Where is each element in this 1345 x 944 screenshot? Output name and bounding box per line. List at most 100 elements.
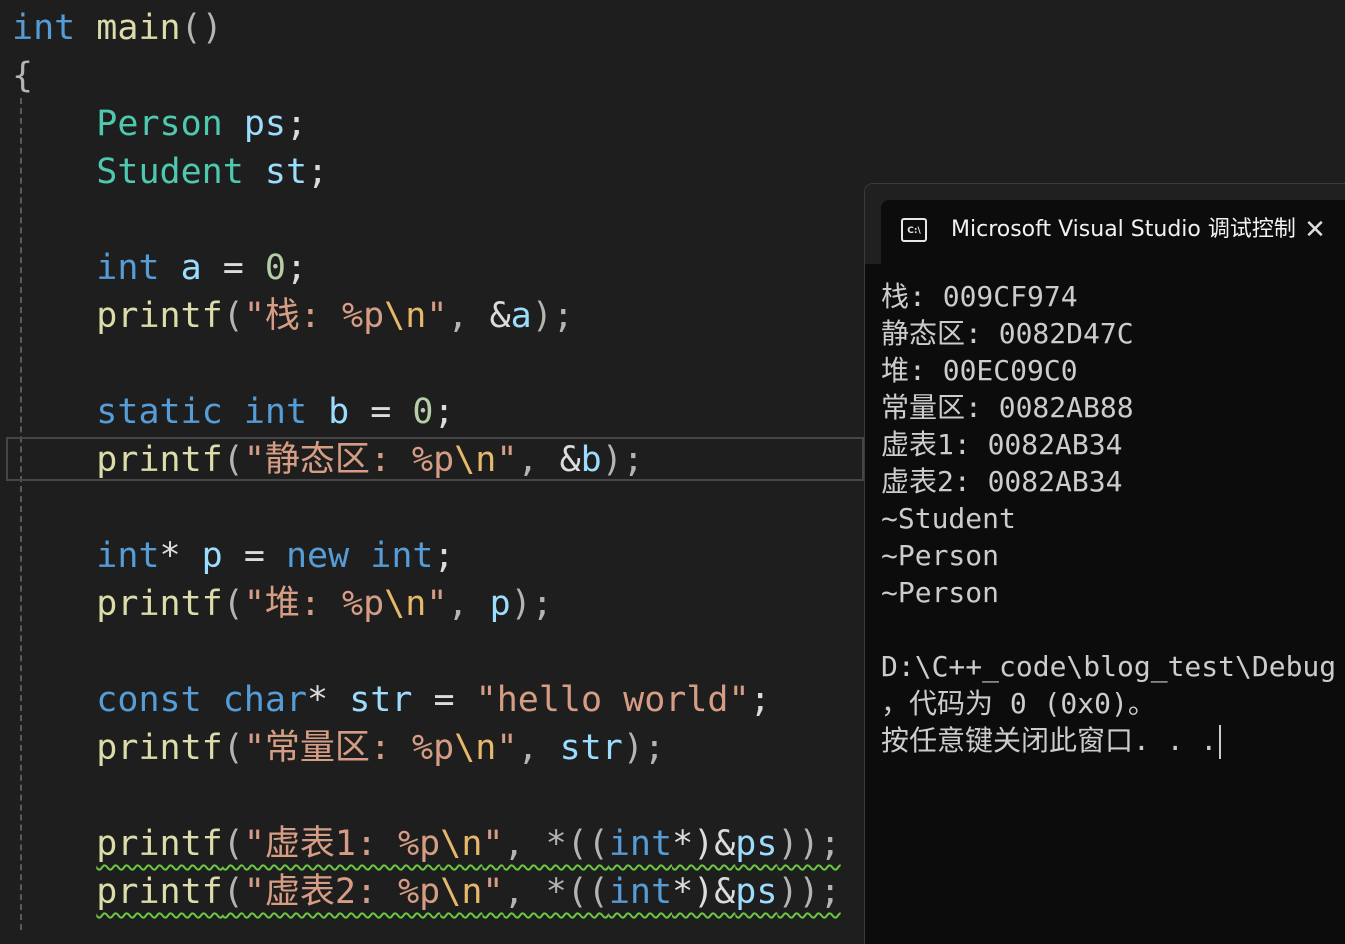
token: (: [222, 440, 244, 480]
code-line-3: Person ps;: [12, 100, 307, 148]
token: printf: [96, 296, 223, 336]
token: *: [159, 536, 202, 576]
warning-squiggle[interactable]: printf("虚表2: %p\n", *((int*)&ps));: [96, 872, 840, 912]
token: Person: [96, 104, 223, 144]
token: a: [510, 296, 532, 336]
token: int: [608, 872, 673, 912]
console-titlebar[interactable]: C:\ Microsoft Visual Studio 调试控制台 ✕: [865, 184, 1345, 264]
token: ));: [777, 872, 841, 912]
console-output[interactable]: 栈: 009CF974 静态区: 0082D47C 堆: 00EC09C0 常量…: [881, 278, 1345, 759]
console-line: ~Person: [881, 576, 1000, 609]
token: const: [96, 680, 202, 720]
console-line: 虚表1: 0082AB34: [881, 428, 1123, 461]
code-line-2: {: [12, 52, 33, 100]
token: int: [96, 248, 160, 288]
token: ,: [447, 296, 490, 336]
console-line: 按任意键关闭此窗口. . .: [881, 724, 1218, 757]
console-line: 常量区: 0082AB88: [881, 391, 1134, 424]
token: (: [222, 296, 244, 336]
token: {: [12, 56, 34, 96]
token: ": [426, 296, 448, 336]
token: );: [601, 440, 644, 480]
token: ": [496, 728, 518, 768]
code-line-11: const char* str = "hello world";: [12, 676, 771, 724]
token: printf: [96, 584, 223, 624]
token: ));: [777, 824, 841, 864]
token: (: [222, 584, 244, 624]
code-line-14: printf("虚表2: %p\n", *((int*)&ps));: [12, 868, 840, 916]
console-line: ~Student: [881, 502, 1016, 535]
token: ,: [517, 728, 560, 768]
token: st: [264, 152, 308, 192]
code-line-9: int* p = new int;: [12, 532, 454, 580]
token: int: [12, 8, 76, 48]
code-line-7: static int b = 0;: [12, 388, 454, 436]
token: 0: [264, 248, 286, 288]
token: printf: [96, 824, 223, 864]
token: "栈: %p: [243, 296, 385, 336]
token: ps: [735, 824, 778, 864]
token: ": [482, 824, 504, 864]
token: "hello world": [475, 680, 750, 720]
token: (): [180, 8, 223, 48]
token: ;: [749, 680, 771, 720]
console-title: Microsoft Visual Studio 调试控制台: [951, 217, 1296, 242]
debug-console-window[interactable]: C:\ Microsoft Visual Studio 调试控制台 ✕ 栈: 0…: [864, 183, 1345, 944]
token: int: [370, 536, 434, 576]
console-prompt-line: 按任意键关闭此窗口. . .: [881, 722, 1345, 759]
token: );: [622, 728, 665, 768]
token: (: [222, 872, 244, 912]
token: printf: [96, 440, 223, 480]
token: \n: [384, 584, 427, 624]
token: new: [285, 536, 350, 576]
token: p: [489, 584, 511, 624]
token: str: [559, 728, 623, 768]
code-line-12: printf("常量区: %p\n", str);: [12, 724, 665, 772]
token: ": [482, 872, 504, 912]
console-line: 栈: 009CF974: [881, 280, 1078, 313]
token: \n: [384, 296, 427, 336]
token: printf: [96, 872, 223, 912]
token: "虚表2: %p: [243, 872, 441, 912]
console-line: 堆: 00EC09C0: [881, 354, 1078, 387]
token: ,: [517, 440, 560, 480]
token: ;: [285, 248, 308, 288]
warning-squiggle[interactable]: printf("虚表1: %p\n", *((int*)&ps));: [96, 824, 840, 864]
token: printf: [96, 728, 223, 768]
token: ;: [285, 104, 308, 144]
code-line-6: printf("栈: %p\n", &a);: [12, 292, 574, 340]
token: , *((: [503, 872, 609, 912]
token: int: [243, 392, 308, 432]
token: \n: [440, 824, 483, 864]
code-line-5: int a = 0;: [12, 244, 307, 292]
token: p: [201, 536, 223, 576]
token: 0: [412, 392, 434, 432]
code-line-8: printf("静态区: %p\n", &b);: [12, 436, 644, 484]
token: ": [426, 584, 448, 624]
console-line: D:\C++_code\blog_test\Debug: [881, 650, 1337, 683]
console-line: ~Person: [881, 539, 1000, 572]
token: &: [559, 440, 581, 480]
token: \n: [454, 440, 497, 480]
token: static: [96, 392, 223, 432]
close-icon[interactable]: ✕: [1299, 214, 1331, 246]
token: int: [96, 536, 160, 576]
token: =: [201, 248, 265, 288]
token: b: [328, 392, 350, 432]
token: str: [349, 680, 413, 720]
token: , *((: [503, 824, 609, 864]
console-line: ，代码为 0 (0x0)。: [881, 687, 1156, 720]
token: &: [489, 296, 511, 336]
console-app-icon: C:\: [901, 218, 927, 242]
console-line: 虚表2: 0082AB34: [881, 465, 1123, 498]
token: ,: [447, 584, 490, 624]
token: \n: [440, 872, 483, 912]
console-tab[interactable]: C:\ Microsoft Visual Studio 调试控制台 ✕: [881, 200, 1345, 264]
token: main: [96, 8, 181, 48]
token: b: [580, 440, 602, 480]
token: \n: [454, 728, 497, 768]
token: char: [222, 680, 308, 720]
code-line-4: Student st;: [12, 148, 328, 196]
text-cursor: [1219, 725, 1222, 759]
token: "堆: %p: [243, 584, 385, 624]
